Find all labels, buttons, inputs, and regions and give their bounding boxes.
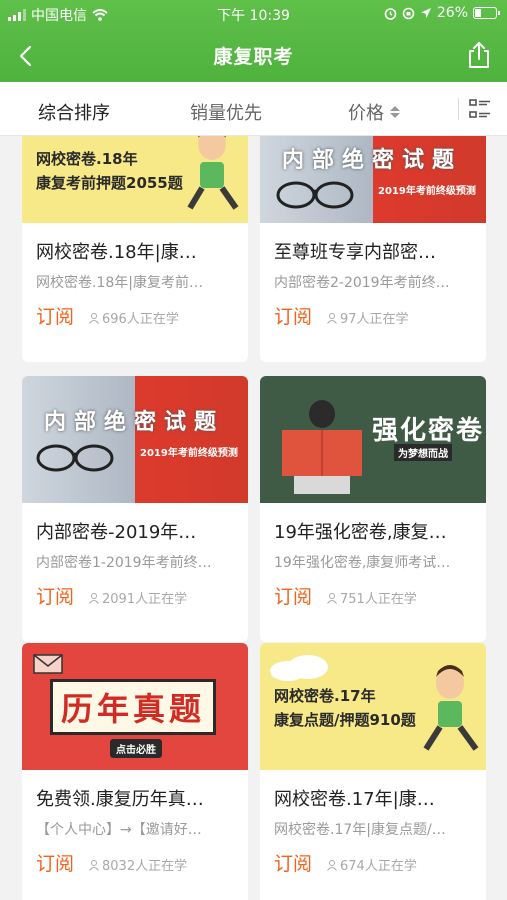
banner-line1: 历年真题 — [50, 679, 217, 735]
course-card[interactable]: 强化密卷 为梦想而战 19年强化密卷,康复… 19年强化密卷,康复师考试… 订阅… — [260, 376, 486, 642]
orientation-lock-icon — [402, 7, 415, 19]
course-subtitle: 19年强化密卷,康复师考试… — [274, 555, 451, 571]
course-title: 至尊班专享内部密… — [274, 242, 436, 263]
page-title: 康复职考 — [213, 46, 294, 68]
alarm-icon — [384, 7, 397, 20]
course-title: 网校密卷.18年|康… — [36, 242, 197, 263]
person-icon — [89, 312, 99, 324]
learners-text: 2091人正在学 — [102, 592, 188, 607]
course-card[interactable]: 内部绝密试题 2019年考前终级预测 内部密卷-2019年… 内部密卷1-201… — [22, 376, 248, 642]
banner-line1: 网校密卷.18年 — [36, 150, 138, 168]
location-icon — [420, 8, 431, 18]
sort-arrows-icon — [390, 106, 400, 118]
banner-line1: 内部绝密试题 — [282, 148, 463, 173]
course-thumbnail: 强化密卷 为梦想而战 — [260, 376, 486, 503]
course-thumbnail: 网校密卷.17年 康复点题/押题910题 — [260, 643, 486, 770]
learners-text: 97人正在学 — [340, 312, 409, 327]
tab-price-label: 价格 — [348, 103, 384, 124]
course-card[interactable]: 网校密卷.17年 康复点题/押题910题 网校密卷.17年|康… 网校密卷.17… — [260, 643, 486, 900]
learners-count: 696人正在学 — [88, 308, 179, 327]
learners-text: 8032人正在学 — [102, 859, 188, 874]
glasses-icon — [36, 444, 114, 472]
subscribe-button[interactable]: 订阅 — [274, 302, 312, 329]
reading-student-icon — [282, 400, 362, 494]
course-subtitle: 内部密卷1-2019年考前终… — [36, 555, 212, 571]
course-title: 19年强化密卷,康复… — [274, 522, 447, 543]
learners-text: 751人正在学 — [340, 592, 417, 607]
course-grid: 网校密卷.18年 康复考前押题2055题 网校密卷.18年|康… 网校密卷.18… — [0, 136, 507, 900]
battery-icon — [473, 7, 500, 19]
course-subtitle: 网校密卷.17年|康复点题/… — [274, 822, 446, 838]
course-title: 网校密卷.17年|康… — [274, 789, 435, 810]
course-title: 内部密卷-2019年… — [36, 522, 197, 543]
tab-sales[interactable]: 销量优先 — [190, 99, 262, 125]
person-icon — [89, 859, 99, 871]
learners-count: 8032人正在学 — [88, 855, 187, 874]
person-icon — [327, 859, 337, 871]
course-card[interactable]: 历年真题 点击必胜 免费领.康复历年真… 【个人中心】→【邀请好… 订阅 803… — [22, 643, 248, 900]
status-bar: 中国电信 下午 10:39 26% — [0, 0, 507, 28]
subscribe-button[interactable]: 订阅 — [36, 302, 74, 329]
subscribe-button[interactable]: 订阅 — [274, 582, 312, 609]
learners-text: 674人正在学 — [340, 859, 417, 874]
tab-price[interactable]: 价格 — [348, 99, 400, 125]
course-subtitle: 【个人中心】→【邀请好… — [36, 822, 202, 838]
learners-count: 751人正在学 — [326, 588, 417, 607]
sort-tabs: 综合排序 销量优先 价格 — [0, 82, 507, 136]
nav-bar: 康复职考 — [0, 30, 507, 80]
course-card[interactable]: 网校密卷.18年 康复考前押题2055题 网校密卷.18年|康… 网校密卷.18… — [22, 136, 248, 362]
status-right: 26% — [384, 5, 500, 21]
course-thumbnail: 历年真题 点击必胜 — [22, 643, 248, 770]
subscribe-button[interactable]: 订阅 — [36, 849, 74, 876]
course-thumbnail: 内部绝密试题 2019年考前终级预测 — [260, 136, 486, 223]
banner-line2: 2019年考前终级预测 — [378, 186, 476, 197]
banner-line2: 康复点题/押题910题 — [274, 711, 416, 729]
course-subtitle: 内部密卷2-2019年考前终… — [274, 275, 450, 291]
cartoon-student-icon — [423, 665, 479, 751]
cartoon-student-icon — [187, 136, 239, 210]
banner-line2: 点击必胜 — [110, 739, 162, 758]
person-icon — [89, 592, 99, 604]
banner-line1: 网校密卷.17年 — [274, 687, 376, 705]
person-icon — [327, 312, 337, 324]
learners-count: 97人正在学 — [326, 308, 409, 327]
person-icon — [327, 592, 337, 604]
divider — [458, 98, 459, 120]
course-thumbnail: 网校密卷.18年 康复考前押题2055题 — [22, 136, 248, 223]
learners-text: 696人正在学 — [102, 312, 179, 327]
learners-count: 2091人正在学 — [88, 588, 187, 607]
subscribe-button[interactable]: 订阅 — [274, 849, 312, 876]
tab-comprehensive[interactable]: 综合排序 — [38, 99, 110, 125]
share-button[interactable] — [465, 40, 493, 70]
learners-count: 674人正在学 — [326, 855, 417, 874]
envelope-icon — [33, 654, 63, 674]
banner-line2: 康复考前押题2055题 — [36, 174, 183, 192]
battery-percent: 26% — [436, 5, 468, 21]
course-card[interactable]: 内部绝密试题 2019年考前终级预测 至尊班专享内部密… 内部密卷2-2019年… — [260, 136, 486, 362]
course-title: 免费领.康复历年真… — [36, 789, 204, 810]
cloud-icon — [270, 655, 328, 681]
header-bar: 中国电信 下午 10:39 26% 康复职考 — [0, 0, 507, 82]
course-subtitle: 网校密卷.18年|康复考前… — [36, 275, 203, 291]
list-layout-icon[interactable] — [469, 99, 491, 119]
banner-line2: 为梦想而战 — [394, 444, 452, 461]
glasses-icon — [276, 181, 354, 209]
banner-line1: 内部绝密试题 — [44, 410, 225, 435]
banner-line2: 2019年考前终级预测 — [140, 448, 238, 459]
subscribe-button[interactable]: 订阅 — [36, 582, 74, 609]
banner-line1: 强化密卷 — [372, 416, 485, 446]
course-thumbnail: 内部绝密试题 2019年考前终级预测 — [22, 376, 248, 503]
